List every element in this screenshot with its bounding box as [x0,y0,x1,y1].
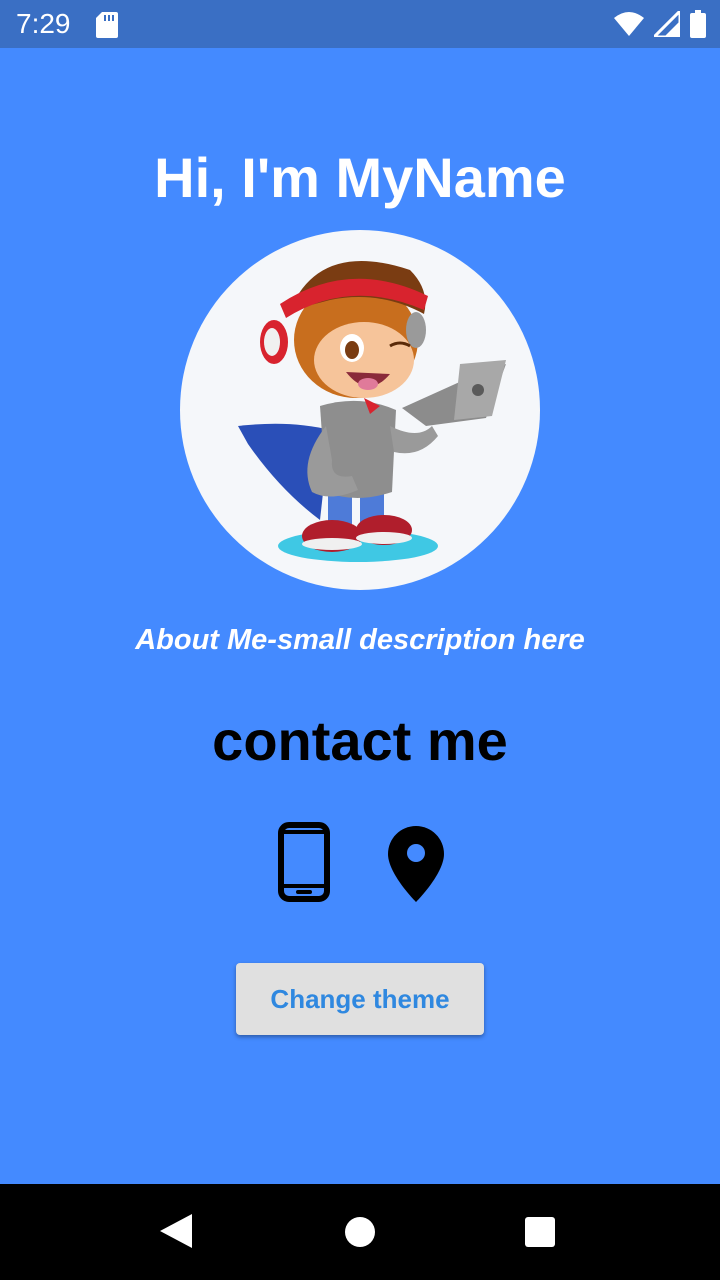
location-pin-icon[interactable] [388,826,444,902]
contact-heading: contact me [212,709,508,772]
contact-icons [0,822,720,906]
status-time: 7:29 [16,8,71,39]
recents-icon[interactable] [525,1217,555,1247]
home-icon[interactable] [345,1217,375,1247]
change-theme-button[interactable]: Change theme [236,963,484,1035]
status-bar: 7:29 [0,0,720,48]
back-icon[interactable] [160,1214,192,1253]
sd-card-icon [96,12,118,43]
nav-bar [0,1184,720,1280]
wifi-icon [614,12,644,41]
signal-icon [650,7,682,42]
about-description: About Me-small description here [135,624,585,656]
battery-icon [690,10,706,43]
octocat-avatar-illustration [238,261,506,562]
phone-icon[interactable] [278,822,330,902]
avatar [180,230,540,590]
page-title: Hi, I'm MyName [154,146,566,209]
